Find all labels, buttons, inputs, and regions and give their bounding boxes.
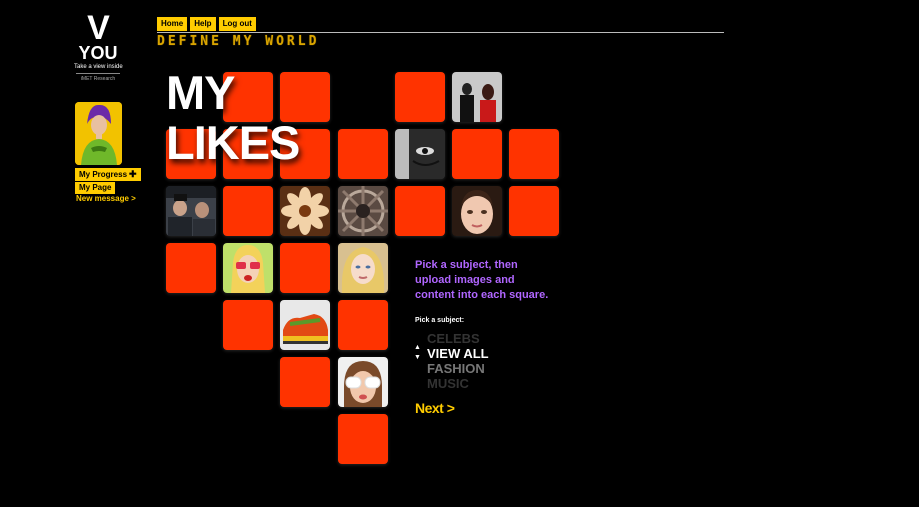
avatar-image	[75, 102, 122, 165]
subject-option-view-all[interactable]: VIEW ALL	[427, 346, 489, 361]
home-button[interactable]: Home	[157, 17, 188, 31]
new-message-link[interactable]: New message >	[76, 194, 136, 203]
logo-tagline: Take a view inside	[74, 64, 123, 70]
logout-button[interactable]: Log out	[218, 17, 256, 31]
art-photo-image	[338, 186, 388, 236]
grid-tile-empty[interactable]	[395, 186, 445, 236]
grid-tile-empty[interactable]	[223, 300, 273, 350]
page-title: DEFINE MY WORLD	[157, 34, 320, 49]
pick-subject-label: Pick a subject:	[415, 317, 465, 324]
my-progress-button[interactable]: My Progress ✚	[75, 168, 141, 181]
grid-tile-face-closeup[interactable]	[395, 129, 445, 179]
grid-tile-empty[interactable]	[338, 414, 388, 464]
arrow-up-icon[interactable]: ▲	[414, 343, 421, 353]
band-photo-image	[452, 72, 502, 122]
subject-option-fashion[interactable]: FASHION	[427, 361, 489, 376]
my-likes-heading: MY LIKES	[166, 66, 300, 169]
plus-icon: ✚	[129, 169, 137, 179]
arrow-down-icon[interactable]: ▼	[414, 353, 421, 363]
heading-line1: MY	[166, 66, 236, 119]
grid-tile-empty[interactable]	[223, 186, 273, 236]
grid-tile-empty[interactable]	[509, 129, 559, 179]
subject-scroll-arrows: ▲ ▼	[414, 343, 421, 363]
grid-tile-empty[interactable]	[338, 129, 388, 179]
grid-tile-band-photo[interactable]	[452, 72, 502, 122]
my-progress-label: My Progress	[79, 170, 128, 179]
subject-picker: CELEBS VIEW ALL FASHION MUSIC	[427, 331, 489, 391]
my-page-button[interactable]: My Page	[75, 182, 116, 194]
logo[interactable]: V YOU Take a view inside iMET Research	[74, 9, 123, 82]
sneaker-photo-image	[280, 300, 330, 350]
logo-divider	[76, 73, 120, 74]
grid-tile-empty[interactable]	[280, 243, 330, 293]
blonde-photo-image	[338, 243, 388, 293]
grid-tile-empty[interactable]	[395, 72, 445, 122]
grid-tile-portrait-photo[interactable]	[452, 186, 502, 236]
grid-tile-movie-photo[interactable]	[166, 186, 216, 236]
subject-option-celebs[interactable]: CELEBS	[427, 331, 489, 346]
subject-option-music[interactable]: MUSIC	[427, 376, 489, 391]
grid-tile-art-photo[interactable]	[338, 186, 388, 236]
logo-subtitle: iMET Research	[80, 76, 116, 82]
header-divider	[157, 32, 724, 33]
top-nav: Home Help Log out	[157, 17, 256, 31]
logo-name: YOU	[78, 43, 118, 63]
movie-photo-image	[166, 186, 216, 236]
grid-tile-empty[interactable]	[166, 243, 216, 293]
grid-tile-empty[interactable]	[338, 300, 388, 350]
heading-line2: LIKES	[166, 116, 300, 169]
next-button[interactable]: Next >	[415, 400, 455, 416]
grid-tile-white-glasses-photo[interactable]	[338, 357, 388, 407]
grid-tile-sunglasses-girl-photo[interactable]	[223, 243, 273, 293]
grid-tile-blonde-photo[interactable]	[338, 243, 388, 293]
avatar[interactable]	[75, 102, 122, 165]
grid-tile-empty[interactable]	[452, 129, 502, 179]
logo-mark: V	[87, 9, 110, 47]
portrait-photo-image	[452, 186, 502, 236]
white-glasses-image	[338, 357, 388, 407]
help-button[interactable]: Help	[190, 17, 216, 31]
instructions-text: Pick a subject, then upload images and c…	[415, 259, 549, 301]
grid-tile-sneaker-photo[interactable]	[280, 300, 330, 350]
face-closeup-image	[395, 129, 445, 179]
flower-photo-image	[280, 186, 330, 236]
grid-tile-flower-photo[interactable]	[280, 186, 330, 236]
sunglasses-girl-image	[223, 243, 273, 293]
grid-tile-empty[interactable]	[280, 357, 330, 407]
grid-tile-empty[interactable]	[509, 186, 559, 236]
